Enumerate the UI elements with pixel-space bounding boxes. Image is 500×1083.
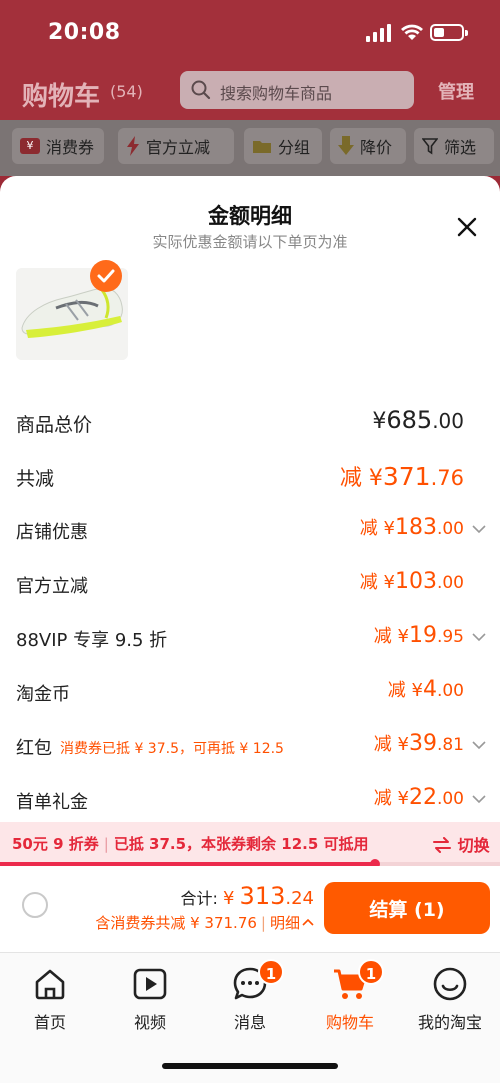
row-official-discount: 官方立减 减 ¥103.00	[16, 564, 486, 604]
tab-my-taobao[interactable]: 我的淘宝	[400, 965, 500, 1035]
row-value: 减 ¥22.00	[373, 785, 464, 810]
row-total-reduction: 共减 减 ¥371.76	[16, 456, 486, 496]
wifi-icon	[401, 24, 423, 40]
row-value: 减 ¥183.00	[359, 515, 464, 540]
coupon-status: 已抵 37.5，本张券剩余 12.5 可抵用	[113, 835, 369, 853]
search-icon	[191, 80, 211, 100]
message-badge: 1	[258, 959, 284, 985]
tab-label: 购物车	[325, 1013, 374, 1032]
filter-label: 消费券	[46, 138, 95, 157]
row-store-discount[interactable]: 店铺优惠 减 ¥183.00	[16, 510, 486, 550]
chevron-down-icon[interactable]	[472, 740, 486, 750]
row-red-packet[interactable]: 红包 消费券已抵 ¥ 37.5，可再抵 ¥ 12.5 减 ¥39.81	[16, 726, 486, 766]
filter-group[interactable]: 分组	[244, 128, 322, 164]
chevron-up-icon	[302, 918, 314, 926]
row-label: 淘金币	[16, 684, 70, 705]
row-taojinbi: 淘金币 减 ¥4.00	[16, 672, 486, 712]
page-title: 购物车	[22, 82, 101, 112]
close-icon[interactable]	[452, 212, 482, 242]
lightning-icon	[127, 136, 139, 156]
chevron-down-icon[interactable]	[472, 632, 486, 642]
discount-summary: 含消费券共减 ¥ 371.76 | 明细	[95, 912, 314, 933]
discount-text: 含消费券共减 ¥ 371.76	[95, 914, 257, 932]
detail-link[interactable]: 明细	[270, 914, 314, 932]
video-icon	[133, 968, 167, 1000]
chevron-down-icon[interactable]	[472, 794, 486, 804]
status-bar: 20:08	[0, 0, 500, 66]
row-label: 红包	[16, 738, 52, 759]
filter-official-discount[interactable]: 官方立减	[118, 128, 234, 164]
folder-icon	[253, 141, 271, 153]
total-value: ¥ 313.24	[223, 882, 314, 910]
cart-screen: 20:08 购物车 (54) 搜索购物车商品 管理 ¥ 消费券 官方立减 分组 …	[0, 0, 500, 1083]
cart-header: 购物车 (54) 搜索购物车商品 管理	[0, 66, 500, 120]
selected-check-icon[interactable]	[90, 260, 122, 292]
filter-label: 降价	[360, 138, 393, 157]
tab-label: 我的淘宝	[417, 1013, 482, 1032]
row-label: 共减	[16, 468, 55, 490]
cart-badge: 1	[358, 959, 384, 985]
row-value: 减 ¥39.81	[373, 731, 464, 756]
coupon-strip: 50元 9 折券 | 已抵 37.5，本张券剩余 12.5 可抵用 切换	[0, 822, 500, 864]
filter-icon	[422, 138, 438, 155]
profile-icon	[433, 967, 467, 1001]
checkout-button[interactable]: 结算 (1)	[324, 882, 490, 934]
coupon-offset-note: 消费券已抵 ¥ 37.5，可再抵 ¥ 12.5	[60, 741, 284, 757]
amount-detail-sheet: 金额明细 实际优惠金额请以下单页为准 商品总价 ¥685.00 共减 减 ¥37…	[0, 176, 500, 1083]
filter-label: 筛选	[444, 138, 477, 157]
chevron-down-icon[interactable]	[472, 524, 486, 534]
filter-price-drop[interactable]: 降价	[330, 128, 406, 164]
row-first-order-gift[interactable]: 首单礼金 减 ¥22.00	[16, 780, 486, 820]
coupon-text: 50元 9 折券 | 已抵 37.5，本张券剩余 12.5 可抵用	[12, 835, 369, 853]
tab-bar: 首页 视频 1 消息 1 购物车 我的淘宝	[0, 952, 500, 1083]
row-value: 减 ¥4.00	[387, 677, 464, 702]
filter-coupon[interactable]: ¥ 消费券	[12, 128, 104, 164]
tab-video[interactable]: 视频	[100, 965, 200, 1035]
manage-button[interactable]: 管理	[438, 78, 474, 104]
tab-label: 消息	[233, 1013, 266, 1032]
row-value: 减 ¥19.95	[373, 623, 464, 648]
total-label: 合计:	[180, 889, 218, 908]
switch-coupon-button[interactable]: 切换	[432, 832, 490, 856]
row-label: 商品总价	[16, 414, 93, 436]
total-line: 合计: ¥ 313.24	[181, 882, 315, 910]
search-placeholder: 搜索购物车商品	[220, 84, 333, 103]
signal-icon	[366, 24, 392, 42]
row-total-price: 商品总价 ¥685.00	[16, 402, 486, 442]
coupon-name: 50元 9 折券	[12, 835, 99, 853]
filter-bar: ¥ 消费券 官方立减 分组 降价 筛选	[0, 120, 500, 176]
sheet-subtitle: 实际优惠金额请以下单页为准	[152, 233, 348, 251]
down-arrow-icon	[338, 136, 354, 155]
coupon-icon: ¥	[20, 138, 40, 154]
row-value: ¥685.00	[372, 406, 464, 434]
battery-icon	[430, 24, 468, 41]
status-time: 20:08	[48, 20, 121, 45]
row-value: 减 ¥103.00	[359, 569, 464, 594]
filter-label: 官方立减	[146, 138, 211, 157]
tab-label: 视频	[133, 1013, 166, 1032]
cart-count: (54)	[110, 82, 143, 101]
row-label: 官方立减	[16, 576, 88, 597]
tab-home[interactable]: 首页	[0, 965, 100, 1035]
filter-label: 分组	[278, 138, 311, 157]
row-label: 88VIP 专享 9.5 折	[16, 630, 168, 651]
row-label: 店铺优惠	[16, 522, 88, 543]
search-input[interactable]: 搜索购物车商品	[180, 71, 414, 109]
select-all-checkbox[interactable]	[22, 892, 48, 918]
sheet-title: 金额明细	[208, 204, 292, 228]
tab-label: 首页	[33, 1013, 66, 1032]
checkout-bar: 合计: ¥ 313.24 含消费券共减 ¥ 371.76 | 明细 结算 (1)	[0, 866, 500, 952]
switch-label: 切换	[457, 836, 490, 855]
filter-screen[interactable]: 筛选	[414, 128, 494, 164]
home-icon	[35, 969, 65, 1000]
row-value: 减 ¥371.76	[339, 462, 464, 491]
home-indicator	[162, 1063, 338, 1069]
switch-icon	[433, 837, 451, 853]
tab-messages[interactable]: 1 消息	[200, 959, 300, 1035]
row-88vip-discount[interactable]: 88VIP 专享 9.5 折 减 ¥19.95	[16, 618, 486, 658]
tab-cart[interactable]: 1 购物车	[300, 959, 400, 1035]
row-label: 首单礼金	[16, 792, 88, 813]
